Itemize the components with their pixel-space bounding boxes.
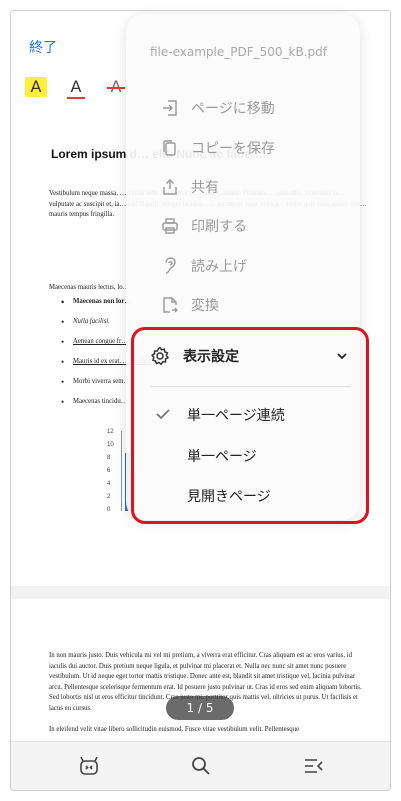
- done-button[interactable]: 終了: [29, 37, 57, 57]
- share-icon: [163, 179, 177, 195]
- chart-tick-label: 2: [107, 494, 111, 500]
- chart-axis: [121, 431, 122, 511]
- underline-tool[interactable]: A: [65, 77, 87, 99]
- search-icon[interactable]: [189, 754, 213, 778]
- menu-item-share[interactable]: 共有: [161, 175, 219, 199]
- read-aloud-icon: [165, 257, 176, 274]
- menu-item-go-to-page[interactable]: ページに移動: [161, 96, 275, 120]
- page-indicator: 1 / 5: [166, 696, 234, 720]
- print-icon: [162, 218, 178, 234]
- chart-tick-label: 8: [107, 455, 111, 461]
- menu-item-read-aloud[interactable]: 読み上げ: [161, 254, 247, 278]
- option-two-page-spread[interactable]: 見開きページ: [187, 486, 271, 506]
- menu-item-label: 変換: [191, 298, 219, 314]
- gear-icon: [151, 346, 169, 366]
- copy-icon: [163, 140, 176, 156]
- convert-icon: [163, 297, 178, 313]
- option-single-page[interactable]: 単一ページ: [187, 446, 257, 466]
- chevron-down-icon[interactable]: [336, 350, 348, 362]
- strikethrough-tool[interactable]: A: [105, 77, 127, 97]
- goto-page-icon: [163, 100, 177, 116]
- menu-item-label: 読み上げ: [191, 259, 247, 275]
- document-paragraph: In eleifend velit vitae libero sollicitu…: [49, 726, 300, 733]
- chart-tick-label: 4: [107, 481, 111, 487]
- divider: [150, 386, 350, 387]
- menu-item-convert[interactable]: 変換: [161, 293, 219, 317]
- menu-item-label: ページに移動: [191, 101, 275, 117]
- chart-tick-label: 12: [107, 429, 114, 435]
- bot-icon[interactable]: [77, 754, 101, 778]
- file-name: file-example_PDF_500_kB.pdf: [150, 45, 327, 59]
- menu-item-label: 印刷する: [191, 219, 247, 235]
- menu-item-print[interactable]: 印刷する: [161, 214, 247, 238]
- pdf-page-2: In non mauris justo. Duis vehicula mi ve…: [11, 599, 390, 749]
- chart-tick-label: 0: [107, 507, 111, 513]
- chart-tick-label: 10: [107, 442, 114, 448]
- display-settings-header[interactable]: 表示設定: [150, 343, 362, 369]
- menu-item-label: コピーを保存: [191, 141, 275, 157]
- menu-item-save-copy[interactable]: コピーを保存: [161, 136, 275, 160]
- bottom-bar: [11, 741, 390, 790]
- display-settings-label: 表示設定: [183, 349, 239, 365]
- highlight-tool[interactable]: A: [25, 77, 47, 97]
- annotation-toolbar: A A A: [25, 77, 127, 99]
- menu-collapse-icon[interactable]: [301, 754, 325, 778]
- checkmark-icon: [156, 409, 170, 420]
- menu-item-label: 共有: [191, 180, 219, 196]
- chart-tick-label: 6: [107, 468, 111, 474]
- option-single-page-continuous[interactable]: 単一ページ連続: [187, 405, 285, 425]
